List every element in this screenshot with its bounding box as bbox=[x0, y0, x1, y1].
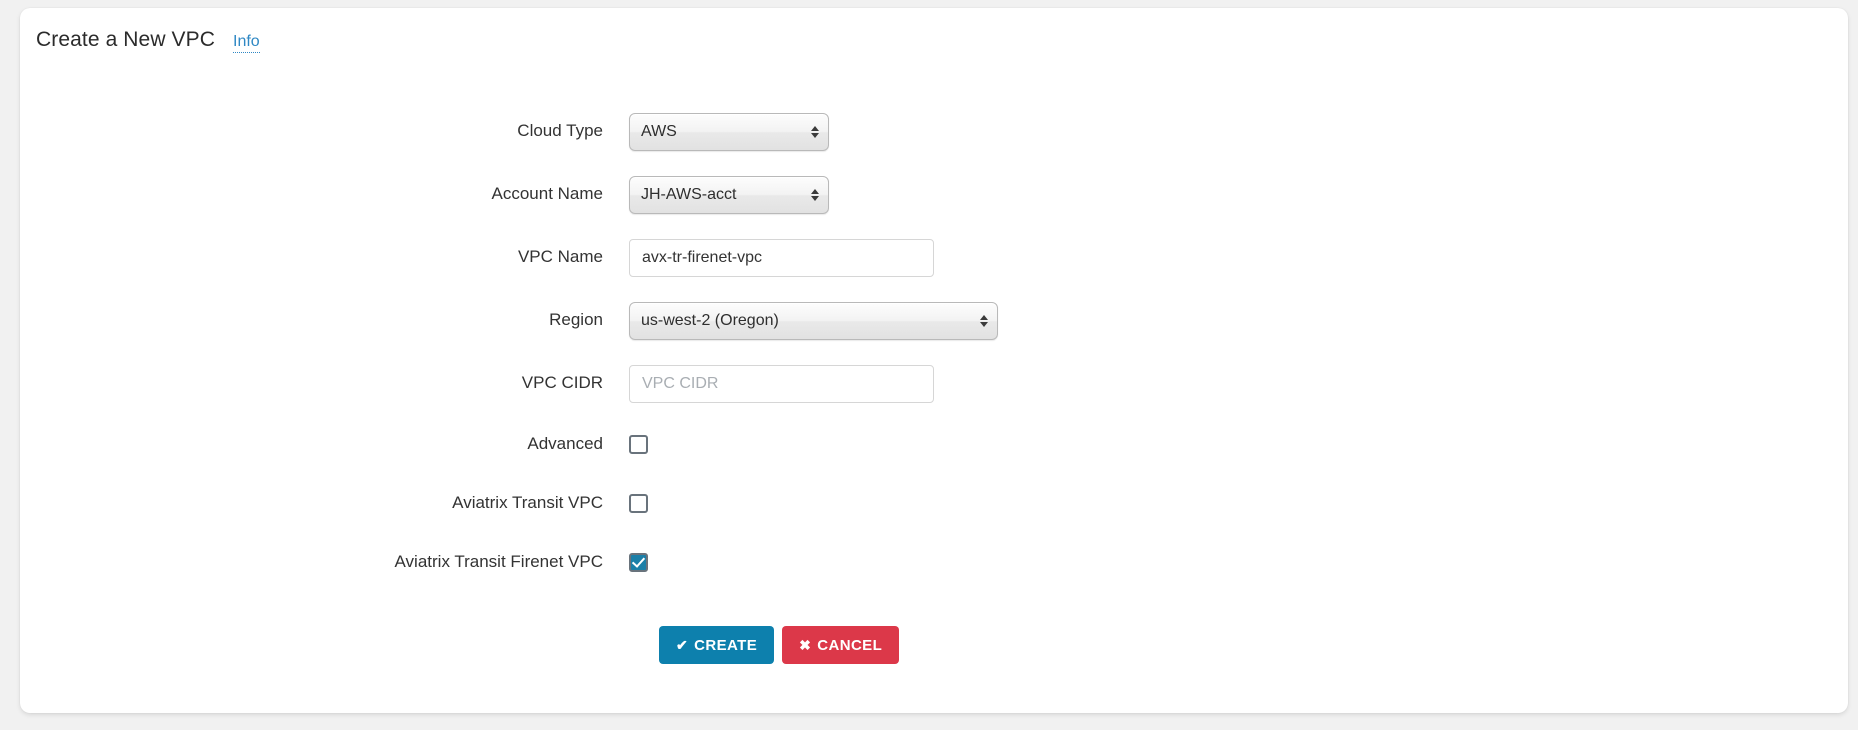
vpc-cidr-control bbox=[629, 364, 934, 403]
vpc-name-label: VPC Name bbox=[517, 247, 603, 267]
account-name-select[interactable]: JH-AWS-acct bbox=[629, 175, 829, 214]
card-header: Create a New VPC Info bbox=[36, 28, 260, 53]
aviatrix-transit-firenet-vpc-control bbox=[629, 553, 648, 572]
region-control: us-west-2 (Oregon) bbox=[629, 301, 998, 340]
page-title: Create a New VPC bbox=[36, 28, 216, 51]
chevron-updown-icon bbox=[979, 312, 988, 330]
form-row-aviatrix-transit-firenet-vpc: Aviatrix Transit Firenet VPC bbox=[20, 533, 1848, 592]
info-link[interactable]: Info bbox=[233, 33, 260, 53]
region-select[interactable]: us-west-2 (Oregon) bbox=[629, 301, 998, 340]
advanced-control bbox=[629, 435, 648, 454]
aviatrix-transit-firenet-vpc-checkbox[interactable] bbox=[629, 553, 648, 572]
aviatrix-transit-firenet-vpc-label: Aviatrix Transit Firenet VPC bbox=[394, 552, 603, 572]
create-vpc-card: Create a New VPC Info Cloud Type AWS Acc… bbox=[20, 8, 1848, 713]
form-row-account-name: Account Name JH-AWS-acct bbox=[20, 163, 1848, 226]
account-name-label: Account Name bbox=[491, 184, 604, 204]
create-vpc-form: Cloud Type AWS Account Name JH-AWS-acct … bbox=[20, 100, 1848, 592]
form-row-region: Region us-west-2 (Oregon) bbox=[20, 289, 1848, 352]
page-background: Create a New VPC Info Cloud Type AWS Acc… bbox=[0, 0, 1858, 730]
form-row-aviatrix-transit-vpc: Aviatrix Transit VPC bbox=[20, 474, 1848, 533]
chevron-updown-icon bbox=[810, 186, 819, 204]
vpc-cidr-label: VPC CIDR bbox=[521, 373, 603, 393]
vpc-name-input[interactable] bbox=[629, 238, 934, 277]
advanced-checkbox[interactable] bbox=[629, 435, 648, 454]
aviatrix-transit-vpc-label: Aviatrix Transit VPC bbox=[452, 493, 603, 513]
cloud-type-select[interactable]: AWS bbox=[629, 112, 829, 151]
advanced-label: Advanced bbox=[527, 434, 603, 454]
form-row-cloud-type: Cloud Type AWS bbox=[20, 100, 1848, 163]
vpc-cidr-input[interactable] bbox=[629, 364, 934, 403]
form-row-vpc-name: VPC Name bbox=[20, 226, 1848, 289]
aviatrix-transit-vpc-control bbox=[629, 494, 648, 513]
cancel-button[interactable]: ✖ CANCEL bbox=[782, 626, 900, 664]
cancel-button-label: CANCEL bbox=[817, 636, 883, 654]
create-button[interactable]: ✔ CREATE bbox=[659, 626, 775, 664]
cloud-type-label: Cloud Type bbox=[517, 121, 603, 141]
cloud-type-control: AWS bbox=[629, 112, 829, 151]
account-name-control: JH-AWS-acct bbox=[629, 175, 829, 214]
cloud-type-value: AWS bbox=[641, 122, 677, 140]
aviatrix-transit-vpc-checkbox[interactable] bbox=[629, 494, 648, 513]
vpc-name-control bbox=[629, 238, 934, 277]
account-name-value: JH-AWS-acct bbox=[641, 185, 737, 203]
chevron-updown-icon bbox=[810, 123, 819, 141]
form-row-vpc-cidr: VPC CIDR bbox=[20, 352, 1848, 415]
region-value: us-west-2 (Oregon) bbox=[641, 311, 779, 329]
close-icon: ✖ bbox=[799, 637, 812, 653]
create-button-label: CREATE bbox=[694, 636, 758, 654]
form-row-advanced: Advanced bbox=[20, 415, 1848, 474]
region-label: Region bbox=[549, 310, 603, 330]
check-icon: ✔ bbox=[676, 637, 689, 653]
form-actions: ✔ CREATE ✖ CANCEL bbox=[20, 626, 900, 664]
